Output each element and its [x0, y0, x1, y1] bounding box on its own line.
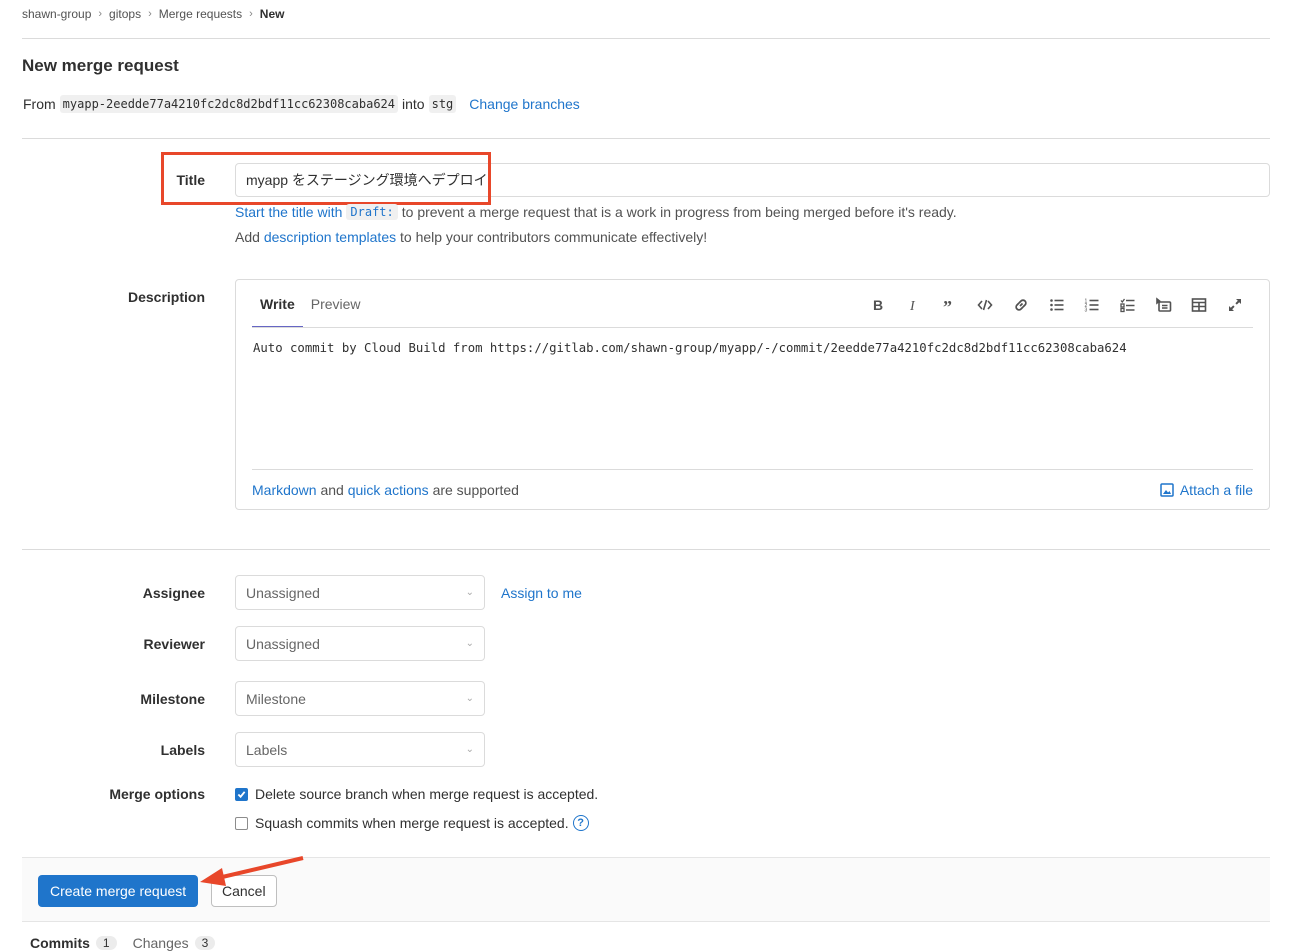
milestone-label: Milestone: [140, 691, 205, 707]
cancel-button[interactable]: Cancel: [211, 875, 277, 907]
delete-branch-option[interactable]: Delete source branch when merge request …: [235, 786, 598, 802]
question-icon[interactable]: ?: [572, 815, 589, 831]
squash-label: Squash commits when merge request is acc…: [255, 815, 569, 831]
tab-preview[interactable]: Preview: [303, 296, 369, 328]
chevron-down-icon: ⌄: [465, 693, 474, 704]
image-icon: [1160, 483, 1174, 497]
assign-to-me-link[interactable]: Assign to me: [501, 585, 582, 601]
squash-option[interactable]: Squash commits when merge request is acc…: [235, 815, 589, 831]
from-label: From: [23, 96, 56, 112]
markdown-support-text: Markdown and quick actions are supported: [252, 482, 519, 498]
editor-tabs: Write Preview: [252, 296, 369, 328]
templates-help-rest: to help your contributors communicate ef…: [400, 229, 708, 245]
draft-help-rest: to prevent a merge request that is a wor…: [401, 204, 957, 220]
title-input[interactable]: myapp をステージング環境へデプロイ: [235, 163, 1270, 197]
chevron-right-icon: ›: [98, 8, 103, 20]
assignee-dropdown[interactable]: Unassigned ⌄: [235, 575, 485, 610]
link-icon[interactable]: [1003, 294, 1039, 316]
reviewer-dropdown[interactable]: Unassigned ⌄: [235, 626, 485, 661]
delete-branch-label: Delete source branch when merge request …: [255, 786, 599, 802]
page-title: New merge request: [22, 56, 179, 75]
assignee-label: Assignee: [142, 585, 205, 601]
branch-info: From myapp-2eedde77a4210fc2dc8d2bdf11cc6…: [23, 95, 580, 113]
tabs-divider: [252, 327, 1253, 328]
divider: [22, 549, 1270, 550]
tab-changes[interactable]: Changes 3: [133, 935, 216, 951]
quote-icon[interactable]: ”: [932, 294, 968, 316]
assignee-value: Unassigned: [246, 584, 320, 601]
bullet-list-icon[interactable]: [1039, 294, 1075, 316]
description-label: Description: [127, 289, 205, 305]
markdown-link[interactable]: Markdown: [252, 482, 317, 498]
changes-count-badge: 3: [194, 936, 216, 950]
reviewer-label: Reviewer: [143, 636, 205, 652]
milestone-dropdown[interactable]: Milestone ⌄: [235, 681, 485, 716]
tab-write[interactable]: Write: [252, 296, 303, 328]
source-branch: myapp-2eedde77a4210fc2dc8d2bdf11cc62308c…: [59, 95, 399, 113]
labels-value: Labels: [246, 741, 288, 758]
footer-rest: are supported: [432, 482, 519, 498]
breadcrumb-current[interactable]: New: [260, 7, 285, 21]
draft-help-text: Start the title with Draft: to prevent a…: [235, 204, 957, 220]
tab-commits-label: Commits: [30, 935, 90, 951]
labels-label: Labels: [160, 742, 205, 758]
svg-text:B: B: [873, 297, 883, 313]
tab-commits[interactable]: Commits 1: [30, 935, 117, 951]
description-textarea[interactable]: Auto commit by Cloud Build from https://…: [253, 341, 1127, 355]
title-value: myapp をステージング環境へデプロイ: [246, 172, 488, 188]
draft-help-link[interactable]: Start the title with: [235, 204, 342, 220]
attach-file-button[interactable]: Attach a file: [1160, 482, 1253, 498]
tab-changes-label: Changes: [132, 935, 189, 951]
svg-text:”: ”: [943, 297, 952, 313]
divider: [22, 38, 1270, 39]
breadcrumb-merge-requests[interactable]: Merge requests: [159, 7, 242, 21]
task-list-icon[interactable]: [1110, 294, 1146, 316]
svg-text:I: I: [909, 299, 916, 313]
quick-actions-link[interactable]: quick actions: [348, 482, 429, 498]
mr-tabs: Commits 1 Changes 3: [30, 935, 216, 951]
delete-branch-checkbox[interactable]: [235, 787, 248, 801]
fullscreen-icon[interactable]: [1217, 294, 1253, 316]
breadcrumb-group[interactable]: shawn-group: [22, 7, 91, 21]
breadcrumb-project[interactable]: gitops: [109, 7, 141, 21]
milestone-value: Milestone: [246, 690, 306, 707]
form-actions: Create merge request Cancel: [22, 857, 1270, 922]
editor-footer-divider: [252, 469, 1253, 470]
collapsible-section-icon[interactable]: [1146, 294, 1182, 316]
markdown-toolbar: B I ” 123: [860, 294, 1253, 316]
attach-file-label: Attach a file: [1179, 482, 1253, 498]
into-label: into: [402, 96, 425, 112]
chevron-right-icon: ›: [148, 8, 152, 20]
code-icon[interactable]: [968, 294, 1004, 316]
title-label: Title: [176, 172, 205, 188]
bold-icon[interactable]: B: [860, 294, 896, 316]
breadcrumb: shawn-group › gitops › Merge requests › …: [22, 7, 284, 21]
chevron-right-icon: ›: [249, 8, 253, 20]
create-merge-request-button[interactable]: Create merge request: [38, 875, 199, 907]
chevron-down-icon: ⌄: [465, 744, 474, 755]
divider: [22, 138, 1270, 139]
numbered-list-icon[interactable]: 123: [1075, 294, 1111, 316]
change-branches-link[interactable]: Change branches: [469, 96, 580, 112]
reviewer-value: Unassigned: [246, 635, 320, 652]
footer-and: and: [320, 482, 344, 498]
templates-help-text: Add description templates to help your c…: [235, 229, 707, 245]
commits-count-badge: 1: [95, 936, 117, 950]
italic-icon[interactable]: I: [896, 294, 932, 316]
draft-code[interactable]: Draft:: [346, 204, 398, 220]
squash-checkbox[interactable]: [235, 816, 248, 830]
templates-help-pre: Add: [235, 229, 260, 245]
table-icon[interactable]: [1182, 294, 1218, 316]
merge-options-label: Merge options: [109, 786, 205, 802]
target-branch: stg: [428, 95, 457, 113]
labels-dropdown[interactable]: Labels ⌄: [235, 732, 485, 767]
chevron-down-icon: ⌄: [465, 587, 474, 598]
description-templates-link[interactable]: description templates: [264, 229, 396, 245]
description-editor: Write Preview B I ” 123 Auto commit by C…: [235, 279, 1270, 510]
svg-text:3: 3: [1085, 308, 1088, 314]
chevron-down-icon: ⌄: [465, 638, 474, 649]
